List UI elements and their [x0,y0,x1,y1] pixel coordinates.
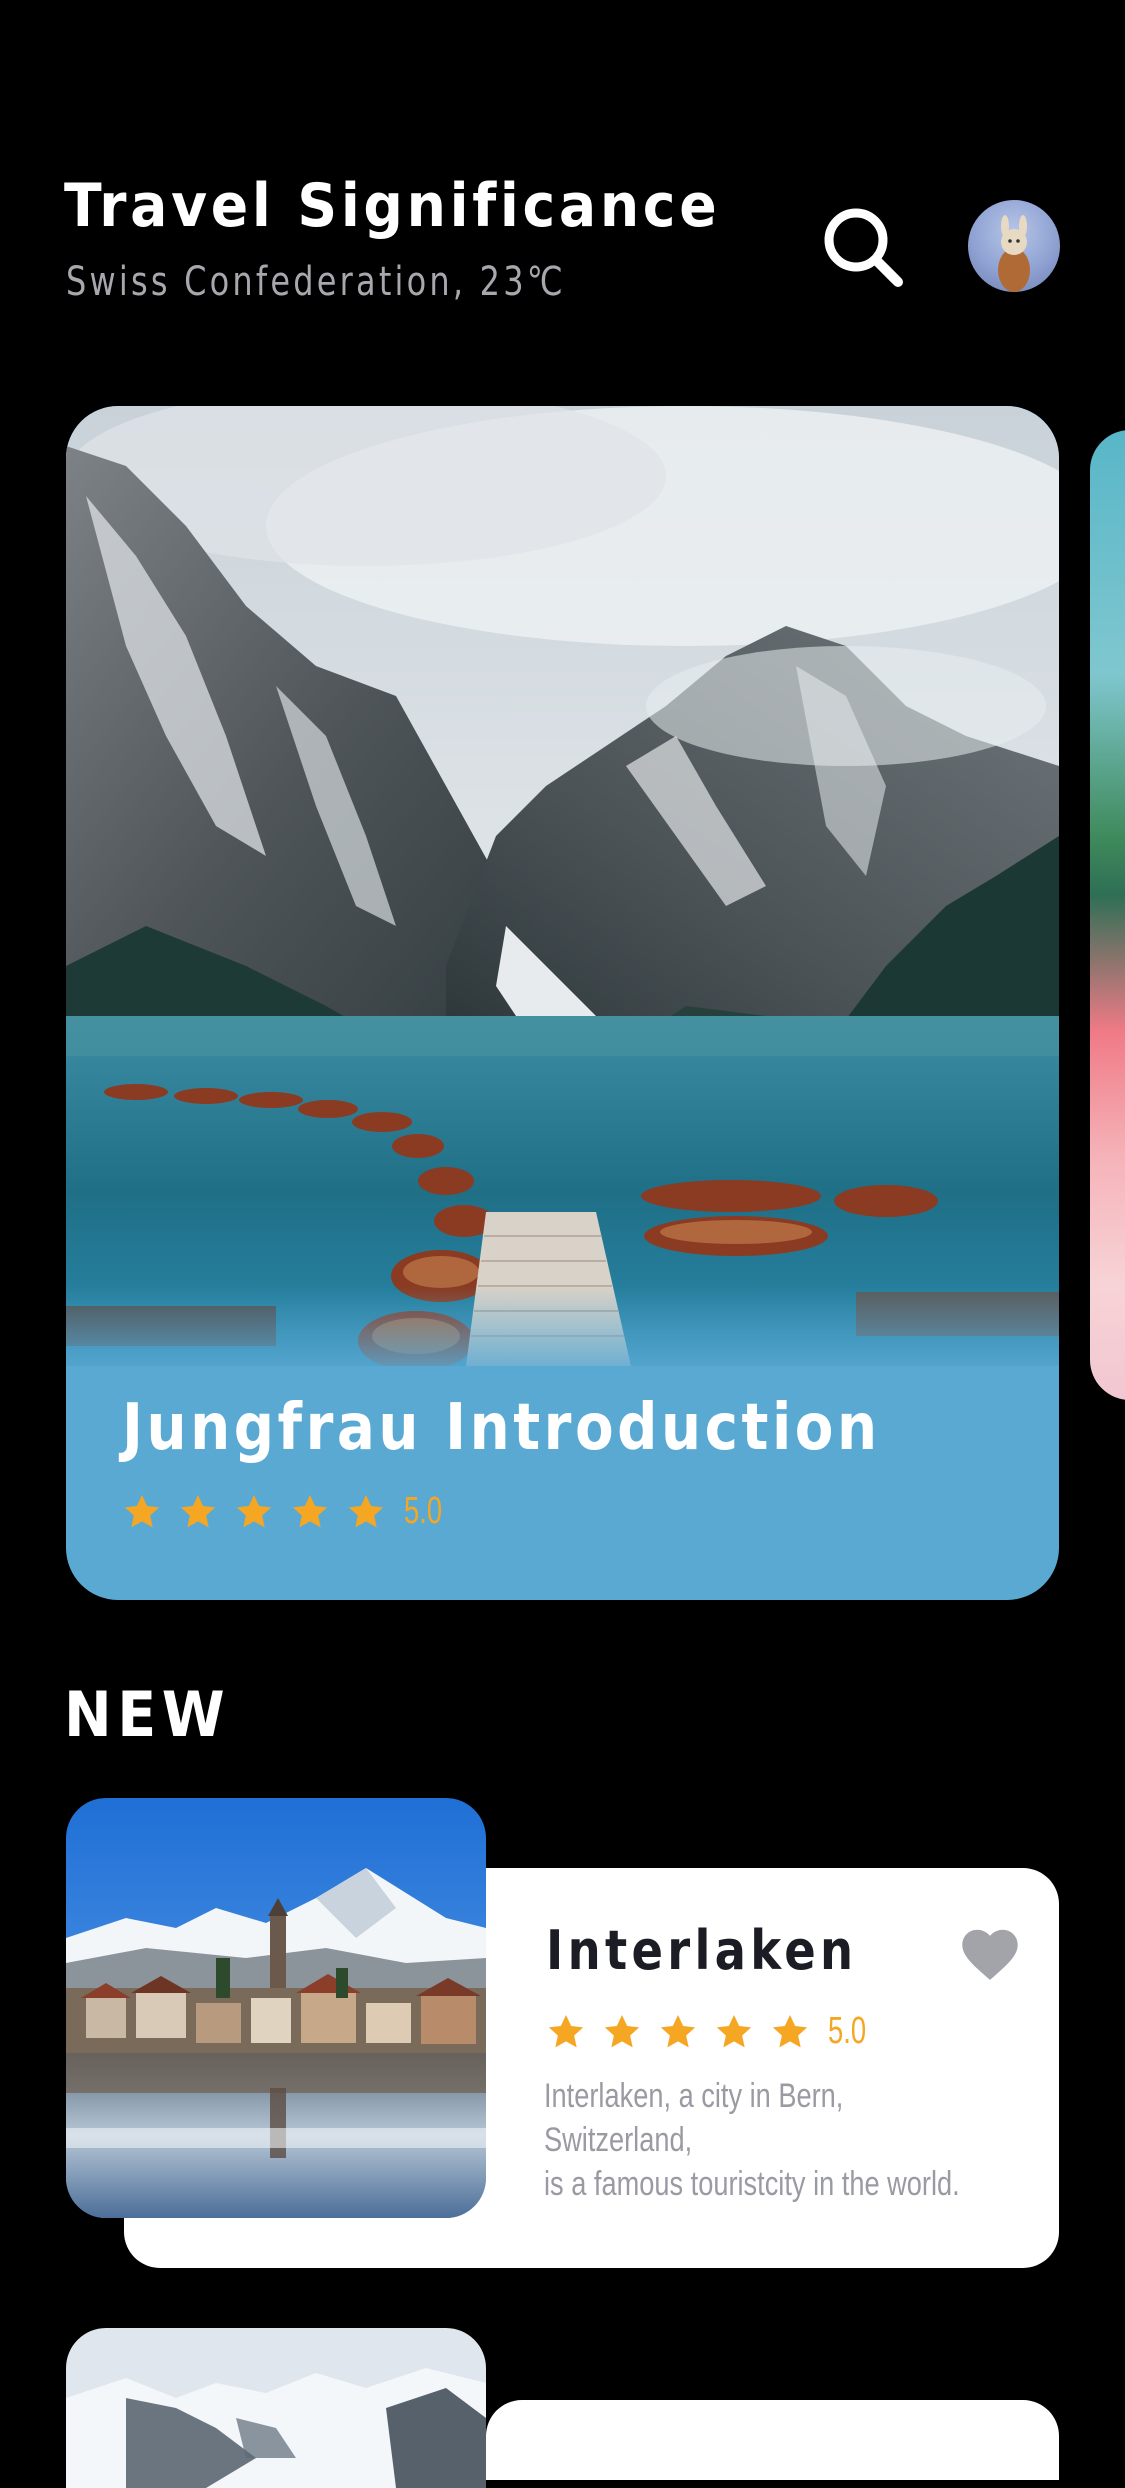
featured-title: Jungfrau Introduction [122,1391,881,1465]
star-icon [660,2014,696,2047]
star-icon [236,1494,272,1527]
featured-rating-value: 5.0 [404,1490,443,1532]
star-icon [124,1494,160,1527]
heart-icon [962,1929,1018,1980]
next-place-image [66,2328,486,2488]
app-title: Travel Significance [64,171,721,241]
star-icon [772,2014,808,2047]
search-button[interactable] [820,204,906,290]
featured-rating: 5.0 [122,1490,457,1533]
place-description-line: is a famous touristcity in the world. [544,2165,960,2203]
next-place-card[interactable] [486,2400,1059,2480]
featured-card[interactable]: Jungfrau Introduction 5.0 [66,406,1059,1600]
star-icon [348,1494,384,1527]
location-weather: Swiss Confederation, 23℃ [66,259,566,305]
star-icon [604,2014,640,2047]
avatar[interactable] [968,200,1060,292]
place-rating: 5.0 [546,2010,881,2053]
featured-fade [66,1286,1059,1406]
interlaken-photo [66,1798,486,2218]
star-icon [292,1494,328,1527]
place-name: Interlaken [546,1919,858,1982]
place-description-line: Interlaken, a city in Bern, Switzerland, [544,2077,844,2159]
section-title-new: NEW [64,1678,231,1751]
star-icon [716,2014,752,2047]
place-description: Interlaken, a city in Bern, Switzerland,… [544,2074,992,2206]
avatar-image [998,215,1030,292]
place-photo[interactable] [66,1798,486,2218]
next-featured-card[interactable] [1090,430,1125,1400]
search-icon [824,208,903,287]
favorite-button[interactable] [958,1924,1022,1982]
star-icon [180,1494,216,1527]
next-place-photo[interactable] [66,2328,486,2488]
featured-photo [66,406,1059,1366]
star-icon [548,2014,584,2047]
place-rating-value: 5.0 [828,2010,867,2052]
